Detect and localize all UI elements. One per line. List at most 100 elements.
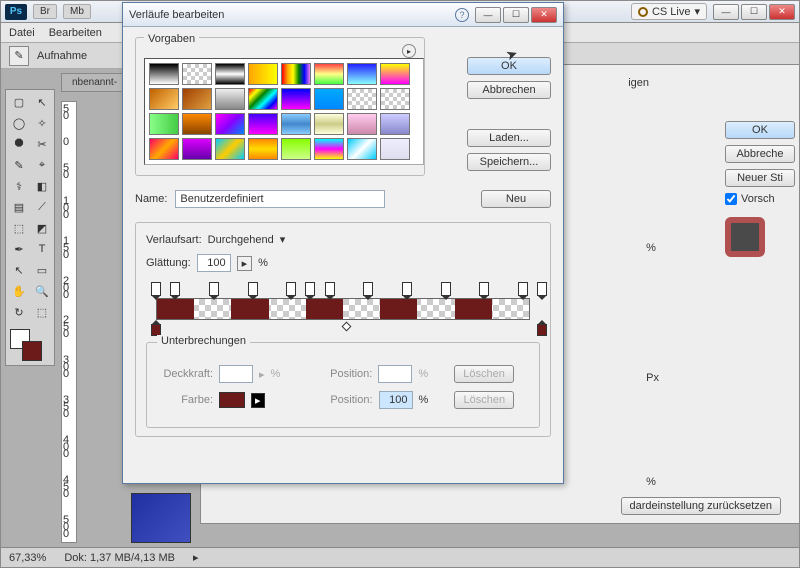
ls-reset-button[interactable]: dardeinstellung zurücksetzen: [621, 497, 781, 515]
preset-31[interactable]: [380, 138, 410, 160]
tool-15[interactable]: T: [31, 239, 53, 259]
preset-23[interactable]: [380, 113, 410, 135]
tool-17[interactable]: ▭: [31, 260, 53, 280]
preset-28[interactable]: [281, 138, 311, 160]
menu-file[interactable]: Datei: [9, 27, 35, 39]
tool-13[interactable]: ◩: [31, 218, 53, 238]
tool-19[interactable]: 🔍: [31, 281, 53, 301]
gradient-editor-titlebar[interactable]: Verläufe bearbeiten ? — ☐ ✕: [123, 3, 563, 27]
presets-menu-icon[interactable]: ▸: [402, 44, 416, 58]
preset-13[interactable]: [314, 88, 344, 110]
grad-close-button[interactable]: ✕: [531, 7, 557, 23]
bg-swatch[interactable]: [22, 341, 42, 361]
preset-10[interactable]: [215, 88, 245, 110]
tool-18[interactable]: ✋: [8, 281, 30, 301]
preset-12[interactable]: [281, 88, 311, 110]
color-stop[interactable]: [537, 324, 547, 336]
cslive-button[interactable]: CS Live▾: [631, 3, 707, 20]
preset-9[interactable]: [182, 88, 212, 110]
tool-12[interactable]: ⬚: [8, 218, 30, 238]
tool-9[interactable]: ◧: [31, 176, 53, 196]
ls-preview-checkbox[interactable]: [725, 193, 737, 205]
preset-4[interactable]: [281, 63, 311, 85]
opacity-stop[interactable]: [151, 282, 161, 296]
preset-0[interactable]: [149, 63, 179, 85]
grad-load-button[interactable]: Laden...: [467, 129, 551, 147]
ls-newstyle-button[interactable]: Neuer Sti: [725, 169, 795, 187]
help-icon[interactable]: ?: [455, 8, 469, 22]
preset-16[interactable]: [149, 113, 179, 135]
tool-21[interactable]: ⬚: [31, 302, 53, 322]
tool-14[interactable]: ✒: [8, 239, 30, 259]
tool-11[interactable]: ⟋: [31, 197, 53, 217]
grad-new-button[interactable]: Neu: [481, 190, 551, 208]
preset-2[interactable]: [215, 63, 245, 85]
preset-17[interactable]: [182, 113, 212, 135]
gradient-bar[interactable]: [150, 280, 536, 336]
tool-20[interactable]: ↻: [8, 302, 30, 322]
eyedropper-tool-icon[interactable]: ✎: [9, 46, 29, 66]
color-swatch[interactable]: [219, 392, 245, 408]
opacity-stop[interactable]: [248, 282, 258, 296]
tool-6[interactable]: ✎: [8, 155, 30, 175]
preset-11[interactable]: [248, 88, 278, 110]
grad-minimize-button[interactable]: —: [475, 7, 501, 23]
menu-edit[interactable]: Bearbeiten: [49, 27, 102, 39]
preset-7[interactable]: [380, 63, 410, 85]
opacity-stop[interactable]: [518, 282, 528, 296]
minibridge-chip[interactable]: Mb: [63, 4, 91, 19]
tool-0[interactable]: ▢: [8, 92, 30, 112]
options-aufnahme[interactable]: Aufnahme: [37, 50, 87, 62]
tool-5[interactable]: ✂: [31, 134, 53, 154]
opacity-stop[interactable]: [479, 282, 489, 296]
ls-cancel-button[interactable]: Abbreche: [725, 145, 795, 163]
document-canvas[interactable]: [131, 493, 191, 543]
preset-8[interactable]: [149, 88, 179, 110]
preset-26[interactable]: [215, 138, 245, 160]
preset-20[interactable]: [281, 113, 311, 135]
doc-size[interactable]: Dok: 1,37 MB/4,13 MB: [64, 552, 175, 564]
preset-24[interactable]: [149, 138, 179, 160]
preset-3[interactable]: [248, 63, 278, 85]
opacity-stop[interactable]: [363, 282, 373, 296]
preset-18[interactable]: [215, 113, 245, 135]
preset-29[interactable]: [314, 138, 344, 160]
tool-16[interactable]: ↖: [8, 260, 30, 280]
main-minimize-button[interactable]: —: [713, 4, 739, 20]
grad-cancel-button[interactable]: Abbrechen: [467, 81, 551, 99]
color-menu-icon[interactable]: ▸: [251, 393, 265, 408]
tool-10[interactable]: ▤: [8, 197, 30, 217]
tool-1[interactable]: ↖: [31, 92, 53, 112]
tool-7[interactable]: ⌖: [31, 155, 53, 175]
color-position-input[interactable]: [379, 391, 413, 409]
tool-4[interactable]: ⯃: [8, 134, 30, 154]
midpoint-handle[interactable]: [342, 322, 352, 332]
gradient-name-input[interactable]: [175, 190, 385, 208]
opacity-stop[interactable]: [286, 282, 296, 296]
main-maximize-button[interactable]: ☐: [741, 4, 767, 20]
smooth-stepper-icon[interactable]: ▸: [237, 256, 253, 271]
opacity-stop[interactable]: [441, 282, 451, 296]
preset-22[interactable]: [347, 113, 377, 135]
preset-30[interactable]: [347, 138, 377, 160]
smooth-input[interactable]: [197, 254, 231, 272]
grad-ok-button[interactable]: OK: [467, 57, 551, 75]
preset-25[interactable]: [182, 138, 212, 160]
tool-8[interactable]: ⚕: [8, 176, 30, 196]
opacity-stop[interactable]: [537, 282, 547, 296]
preset-6[interactable]: [347, 63, 377, 85]
grad-save-button[interactable]: Speichern...: [467, 153, 551, 171]
tool-2[interactable]: ◯: [8, 113, 30, 133]
zoom-level[interactable]: 67,33%: [9, 552, 46, 564]
opacity-stop[interactable]: [170, 282, 180, 296]
opacity-stop[interactable]: [209, 282, 219, 296]
tool-3[interactable]: ✧: [31, 113, 53, 133]
bridge-chip[interactable]: Br: [33, 4, 57, 19]
preset-1[interactable]: [182, 63, 212, 85]
preset-5[interactable]: [314, 63, 344, 85]
preset-14[interactable]: [347, 88, 377, 110]
type-dropdown-icon[interactable]: ▾: [280, 233, 286, 246]
preset-15[interactable]: [380, 88, 410, 110]
opacity-stop[interactable]: [305, 282, 315, 296]
preset-19[interactable]: [248, 113, 278, 135]
